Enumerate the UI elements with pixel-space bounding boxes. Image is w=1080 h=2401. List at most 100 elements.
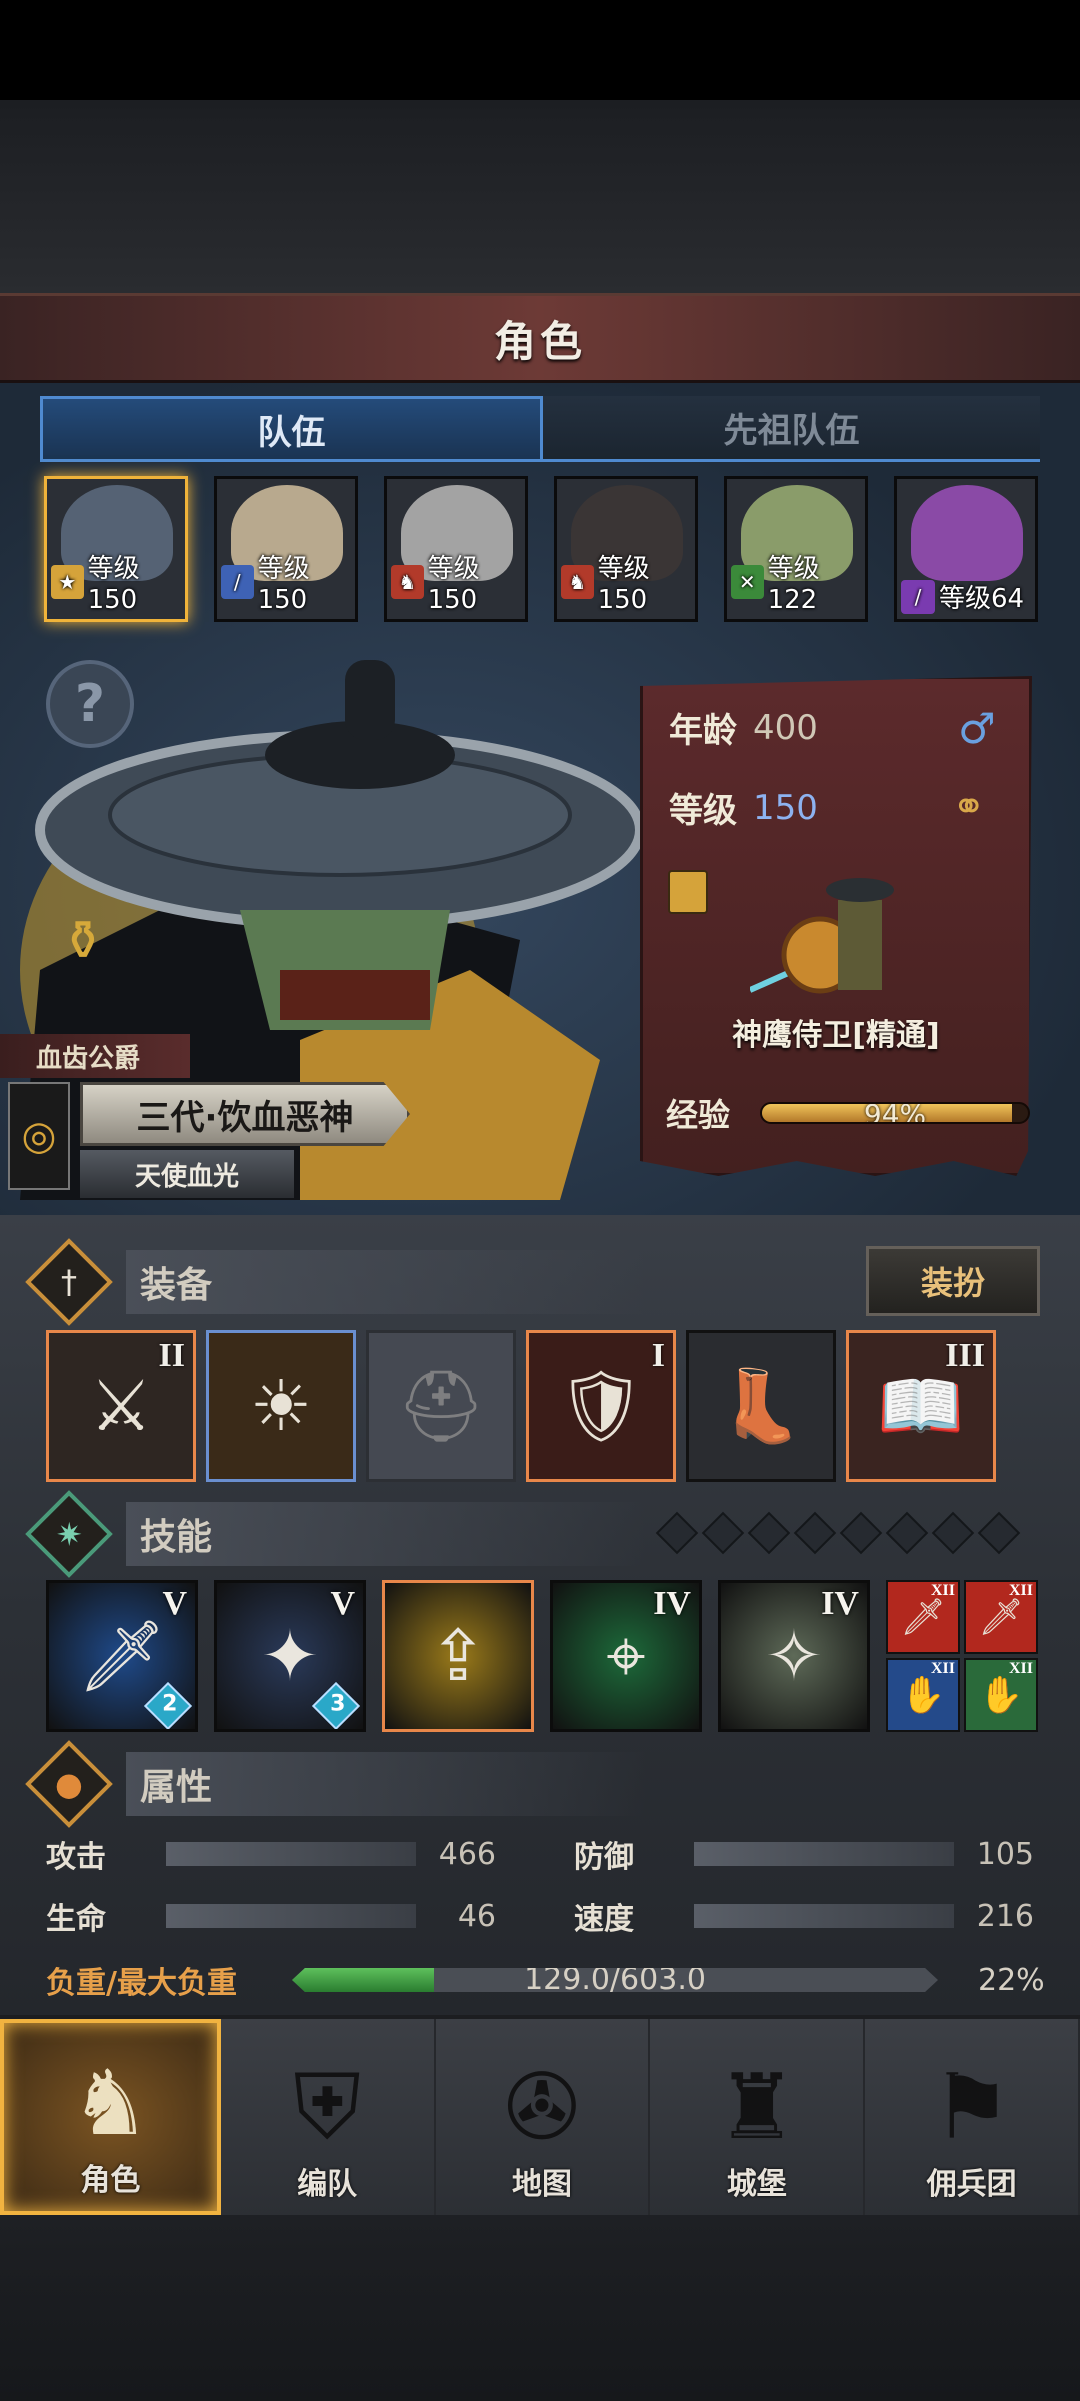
hero-level: ♞ 等级150 — [387, 548, 525, 615]
age-label: 年龄 — [669, 711, 737, 751]
skill-slot-diamond — [747, 1511, 791, 1555]
armor-slot[interactable]: 🛡 I — [526, 1330, 676, 1482]
help-button[interactable]: ? — [46, 660, 134, 748]
tab-ancestor-team[interactable]: 先祖队伍 — [543, 396, 1040, 462]
passive-skill-4[interactable]: ✋ XII — [964, 1658, 1038, 1732]
nav-label: 地图 — [511, 2167, 572, 2202]
skill-3[interactable]: ⇪ — [382, 1580, 534, 1732]
hero-level: / 等级64 — [897, 578, 1035, 615]
title-bar: 角色 — [0, 293, 1080, 383]
attack-row: 攻击 466 — [46, 1832, 496, 1876]
attack-value: 466 — [438, 1836, 496, 1872]
character-name-plate[interactable]: 三代·饮血恶神 — [80, 1082, 410, 1146]
passive-skill-1[interactable]: 🗡 XII — [886, 1580, 960, 1654]
shield-slot[interactable]: ☀ — [206, 1330, 356, 1482]
staff-icon: / — [901, 579, 935, 614]
hero-level: / 等级150 — [217, 548, 355, 615]
load-label: 负重/最大负重 — [46, 1966, 237, 2001]
experience-bar: 94% — [760, 1102, 1031, 1124]
life-value: 46 — [457, 1898, 496, 1934]
passive-skill-icon: ✋ — [900, 1675, 946, 1716]
defense-value: 105 — [976, 1836, 1034, 1872]
passive-skill-icon: 🗡 — [900, 1597, 946, 1638]
skill-slot-diamond — [839, 1511, 883, 1555]
bottom-navigation: ♞ 角色 ⛨ 编队 ✇ 地图 ♜ 城堡 ⚑ 佣兵团 — [0, 2015, 1080, 2215]
armor-item-icon: 🛡 — [556, 1364, 646, 1447]
boots-item-icon: 👢 — [717, 1364, 805, 1447]
skill-slot-diamond — [931, 1511, 975, 1555]
page-title: 角色 — [493, 316, 586, 366]
horse-icon: ♞ — [391, 564, 424, 599]
hero-level-label: 等级64 — [939, 584, 1025, 614]
helmet-slot-empty[interactable]: ⛑ — [366, 1330, 516, 1482]
dagger-icon: † — [25, 1238, 113, 1326]
skills-title: 技能 — [126, 1502, 646, 1566]
skill-5[interactable]: ✧ IV — [718, 1580, 870, 1732]
passive-skill-tier: XII — [930, 1582, 955, 1599]
boots-slot[interactable]: 👢 — [686, 1330, 836, 1482]
formation-icon: ⛨ — [293, 2055, 361, 2160]
hero-card-5[interactable]: ✕ 等级122 — [724, 476, 868, 622]
skill-1[interactable]: 🗡 V 2 — [46, 1580, 198, 1732]
equipment-section-header: † 装备 — [25, 1238, 646, 1326]
tab-team[interactable]: 队伍 — [40, 396, 543, 462]
nav-mercenary[interactable]: ⚑ 佣兵团 — [865, 2019, 1080, 2215]
nav-label: 角色 — [80, 2163, 141, 2198]
hero-level-label: 等级150 — [87, 554, 140, 615]
question-icon: ? — [74, 674, 106, 734]
level-label: 等级 — [669, 791, 737, 831]
nav-compass-map[interactable]: ✇ 地图 — [435, 2019, 651, 2215]
weapon-slot[interactable]: ⚔ II — [46, 1330, 196, 1482]
attack-bar — [166, 1842, 416, 1866]
hero-level: ✕ 等级122 — [727, 548, 865, 615]
defense-label: 防御 — [574, 1840, 634, 1875]
speed-row: 速度 216 — [574, 1894, 1034, 1938]
nav-castle[interactable]: ♜ 城堡 — [650, 2019, 866, 2215]
person-icon: ● — [25, 1740, 113, 1828]
passive-skill-tier: XII — [1008, 1660, 1033, 1677]
male-gender-icon: ♂ — [958, 704, 996, 753]
load-bar: 129.0/603.0 — [292, 1968, 938, 1992]
ring-icon[interactable]: ⚭ — [952, 784, 986, 830]
skill-4[interactable]: ⌖ IV — [550, 1580, 702, 1732]
hero-card-6[interactable]: / 等级64 — [894, 476, 1038, 622]
life-row: 生命 46 — [46, 1894, 496, 1938]
life-label: 生命 — [46, 1902, 106, 1937]
class-sprite — [750, 878, 894, 994]
banner-icon[interactable]: ◎ — [8, 1082, 70, 1190]
character-name: 三代·饮血恶神 — [136, 1097, 354, 1138]
hero-portrait-thumb — [911, 485, 1023, 581]
skill-tier: V — [162, 1585, 187, 1622]
passive-skill-3[interactable]: ✋ XII — [886, 1658, 960, 1732]
skill-slot-indicators — [655, 1511, 1021, 1555]
skill-icon: ⇪ — [428, 1615, 488, 1697]
potion-icon[interactable]: ⚱ — [40, 890, 126, 990]
skill-slot-diamond — [885, 1511, 929, 1555]
skill-slot-diamond — [977, 1511, 1021, 1555]
passive-skill-grid: 🗡 XII 🗡 XII ✋ XII ✋ XII — [886, 1580, 1038, 1732]
passive-skill-2[interactable]: 🗡 XII — [964, 1580, 1038, 1654]
dress-up-button[interactable]: 装扮 — [866, 1246, 1040, 1316]
nav-character[interactable]: ♞ 角色 — [0, 2019, 221, 2215]
hero-level: ★ 等级150 — [47, 548, 185, 615]
compass-map-icon: ✇ — [504, 2055, 580, 2160]
load-value: 129.0/603.0 — [524, 1962, 706, 1997]
age-row: 年龄 400 — [669, 703, 818, 752]
nav-formation[interactable]: ⛨ 编队 — [220, 2019, 436, 2215]
skill-2[interactable]: ✦ V 3 — [214, 1580, 366, 1732]
skill-level-value: 3 — [330, 1691, 346, 1717]
hero-card-2[interactable]: / 等级150 — [214, 476, 358, 622]
character-subtitle: 天使血光 — [80, 1150, 294, 1198]
hero-card-4[interactable]: ♞ 等级150 — [554, 476, 698, 622]
passive-skill-tier: XII — [930, 1660, 955, 1677]
attributes-title: 属性 — [126, 1752, 646, 1816]
hero-card-1[interactable]: ★ 等级150 — [44, 476, 188, 622]
skill-slot-diamond — [701, 1511, 745, 1555]
hero-level-label: 等级150 — [597, 554, 650, 615]
book-slot[interactable]: 📖 III — [846, 1330, 996, 1482]
mercenary-icon: ⚑ — [931, 2055, 1012, 2160]
age-value: 400 — [753, 707, 818, 748]
skill-slot-diamond — [793, 1511, 837, 1555]
hero-level-label: 等级150 — [427, 554, 480, 615]
hero-card-3[interactable]: ♞ 等级150 — [384, 476, 528, 622]
